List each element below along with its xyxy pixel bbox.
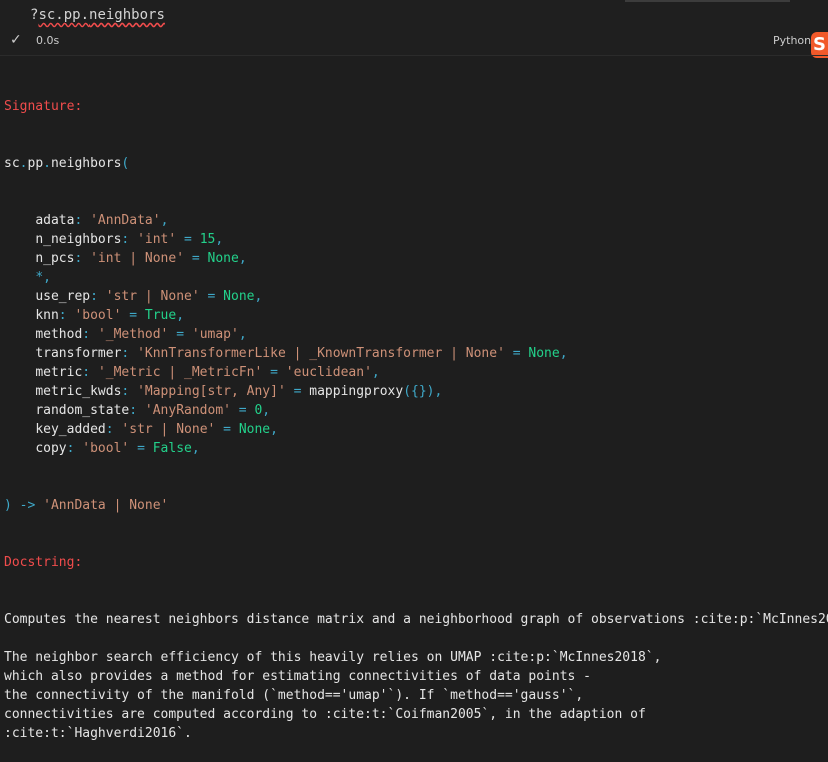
- param-line: metric: '_Metric | _MetricFn' = 'euclide…: [35, 365, 380, 380]
- param-type: 'AnyRandom': [144, 403, 231, 418]
- param-type: 'Mapping[str, Any]': [137, 384, 286, 399]
- param-default: None: [528, 346, 560, 361]
- param-type: '_Metric | _MetricFn': [97, 365, 263, 380]
- param-name: transformer: [35, 346, 122, 361]
- docstring-line: the connectivity of the manifold (`metho…: [4, 688, 584, 703]
- param-line: transformer: 'KnnTransformerLike | _Know…: [35, 346, 568, 361]
- param-name: copy: [35, 441, 67, 456]
- param-name: n_pcs: [35, 251, 75, 266]
- param-line: adata: 'AnnData',: [35, 213, 169, 228]
- docstring-line: which also provides a method for estimat…: [4, 669, 591, 684]
- cell-language-button[interactable]: Python: [773, 33, 811, 49]
- cell-status-bar: ✓ 0.0s Python: [0, 30, 828, 52]
- code-editor-line[interactable]: ?sc.pp.neighbors: [30, 5, 165, 25]
- param-name: key_added: [35, 422, 106, 437]
- param-name: metric: [35, 365, 83, 380]
- param-line: n_pcs: 'int | None' = None,: [35, 251, 247, 266]
- param-type: 'KnnTransformerLike | _KnownTransformer …: [137, 346, 505, 361]
- signature-label: Signature:: [4, 99, 83, 114]
- param-default: 'umap': [191, 327, 239, 342]
- param-name: knn: [35, 308, 59, 323]
- param-default: True: [144, 308, 177, 323]
- param-name: metric_kwds: [35, 384, 122, 399]
- param-line: n_neighbors: 'int' = 15,: [35, 232, 224, 247]
- param-type: 'int': [137, 232, 177, 247]
- param-type: '_Method': [97, 327, 169, 342]
- docstring-text: Computes the nearest neighbors distance …: [4, 610, 828, 743]
- param-default: 15: [199, 232, 216, 247]
- notebook-cell[interactable]: ?sc.pp.neighbors ✓ 0.0s Python: [0, 0, 828, 55]
- param-star: *,: [35, 270, 51, 285]
- return-line: ) -> 'AnnData | None': [4, 498, 169, 513]
- param-name: n_neighbors: [35, 232, 122, 247]
- docstring-line: Computes the nearest neighbors distance …: [4, 612, 828, 627]
- param-type: 'int | None': [90, 251, 185, 266]
- param-line: random_state: 'AnyRandom' = 0,: [35, 403, 271, 418]
- cell-toolbar-border: [625, 0, 790, 2]
- param-line: knn: 'bool' = True,: [35, 308, 185, 323]
- param-default: None: [238, 422, 271, 437]
- docstring-label: Docstring:: [4, 555, 83, 570]
- param-name: use_rep: [35, 289, 91, 304]
- execution-time: 0.0s: [36, 34, 60, 47]
- param-name: adata: [35, 213, 75, 228]
- docstring-line: [4, 629, 828, 648]
- param-type: 'str | None': [105, 289, 200, 304]
- param-default: 'euclidean': [285, 365, 372, 380]
- param-line: method: '_Method' = 'umap',: [35, 327, 247, 342]
- param-line: use_rep: 'str | None' = None,: [35, 289, 263, 304]
- param-default: False: [152, 441, 192, 456]
- param-type: 'str | None': [121, 422, 216, 437]
- parameter-list: adata: 'AnnData', n_neighbors: 'int' = 1…: [4, 211, 828, 458]
- param-line: copy: 'bool' = False,: [35, 441, 200, 456]
- output-divider: [0, 55, 828, 56]
- param-type: 'AnnData': [90, 213, 161, 228]
- param-default: mappingproxy: [309, 384, 404, 399]
- docstring-line: connectivities are computed according to…: [4, 707, 646, 722]
- param-default: None: [223, 289, 255, 304]
- cell-output: Signature: sc.pp.neighbors( adata: 'AnnD…: [4, 59, 828, 762]
- param-line: key_added: 'str | None' = None,: [35, 422, 278, 437]
- success-check-icon: ✓: [10, 32, 22, 48]
- docstring-line: :cite:t:`Haghverdi2016`.: [4, 726, 192, 741]
- param-name: random_state: [35, 403, 130, 418]
- code-text: sc.pp.neighbors: [38, 7, 165, 23]
- param-type: 'bool': [82, 441, 130, 456]
- docstring-line: The neighbor search efficiency of this h…: [4, 650, 662, 665]
- param-line: metric_kwds: 'Mapping[str, Any]' = mappi…: [35, 384, 443, 399]
- param-name: method: [35, 327, 83, 342]
- param-default: None: [207, 251, 239, 266]
- function-name: sc.pp.neighbors(: [4, 156, 130, 171]
- param-type: 'bool': [74, 308, 122, 323]
- param-line: *,: [4, 268, 828, 287]
